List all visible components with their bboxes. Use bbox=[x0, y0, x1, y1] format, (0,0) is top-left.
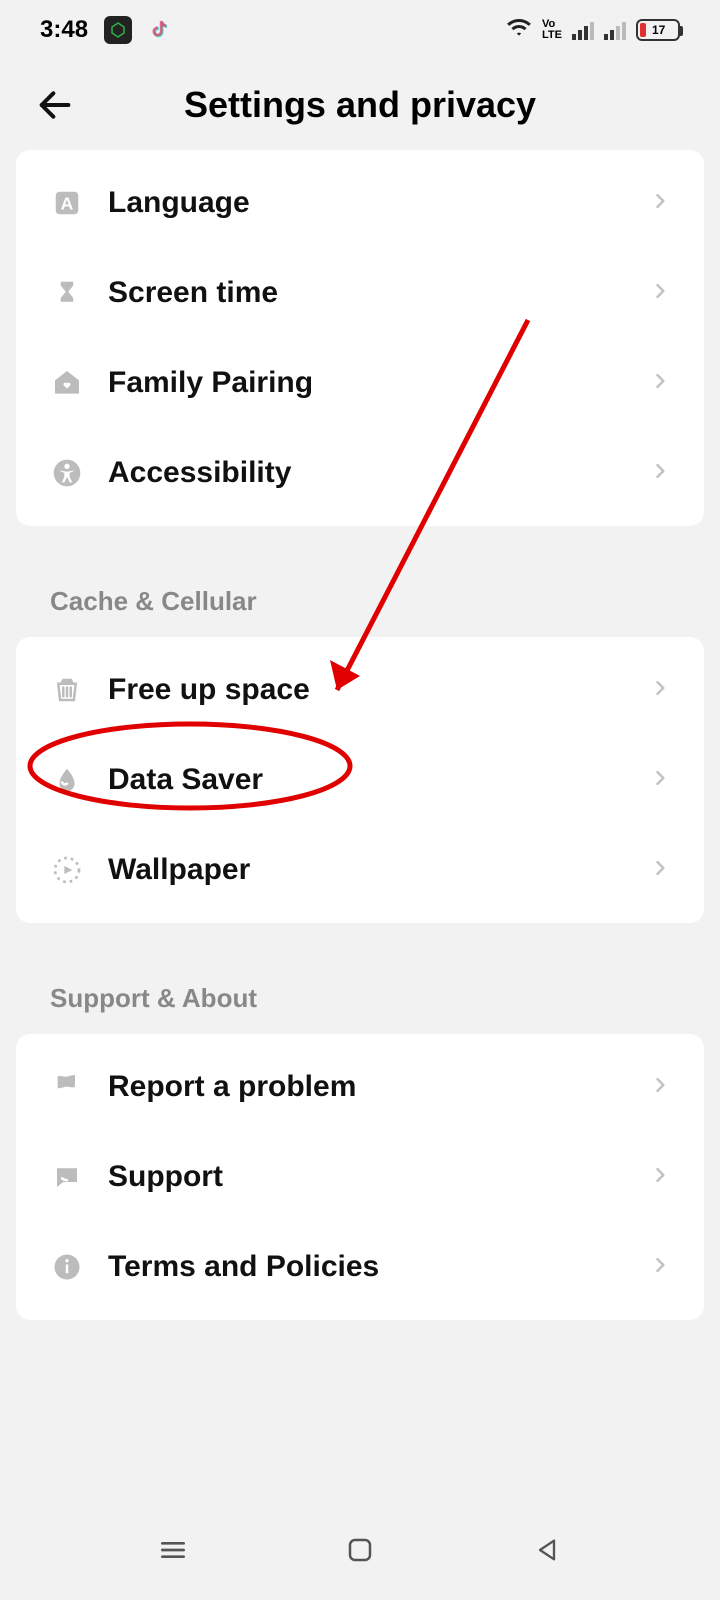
menu-item-wallpaper[interactable]: Wallpaper bbox=[16, 825, 704, 915]
menu-label: Free up space bbox=[108, 673, 626, 707]
arrow-left-icon bbox=[35, 85, 75, 125]
chevron-right-icon bbox=[650, 281, 674, 305]
svg-text:A: A bbox=[61, 193, 74, 213]
menu-label: Family Pairing bbox=[108, 366, 626, 400]
chevron-right-icon bbox=[650, 1255, 674, 1279]
menu-label: Terms and Policies bbox=[108, 1250, 626, 1284]
chevron-right-icon bbox=[650, 858, 674, 882]
chevron-right-icon bbox=[650, 1165, 674, 1189]
menu-item-language[interactable]: A Language bbox=[16, 158, 704, 248]
data-saver-icon bbox=[50, 763, 84, 797]
section-header-cache: Cache & Cellular bbox=[0, 546, 720, 637]
app-icon-1 bbox=[104, 16, 132, 44]
status-time: 3:48 bbox=[40, 16, 88, 44]
tiktok-icon bbox=[148, 18, 172, 42]
menu-label: Data Saver bbox=[108, 763, 626, 797]
settings-group-cache: Free up space Data Saver Wallpaper bbox=[16, 637, 704, 923]
menu-label: Screen time bbox=[108, 276, 626, 310]
section-header-support: Support & About bbox=[0, 943, 720, 1034]
chevron-right-icon bbox=[650, 371, 674, 395]
chevron-right-icon bbox=[650, 678, 674, 702]
app-header: Settings and privacy bbox=[0, 60, 720, 150]
menu-label: Support bbox=[108, 1160, 626, 1194]
battery-percent: 17 bbox=[652, 23, 665, 37]
accessibility-icon bbox=[50, 456, 84, 490]
system-nav-bar bbox=[0, 1500, 720, 1600]
chat-icon bbox=[50, 1160, 84, 1194]
flag-icon bbox=[50, 1070, 84, 1104]
language-icon: A bbox=[50, 186, 84, 220]
chevron-right-icon bbox=[650, 768, 674, 792]
menu-label: Report a problem bbox=[108, 1070, 626, 1104]
volte-icon: VoLTE bbox=[542, 19, 562, 41]
status-left: 3:48 bbox=[40, 16, 172, 44]
chevron-right-icon bbox=[650, 191, 674, 215]
menu-label: Wallpaper bbox=[108, 853, 626, 887]
battery-icon: 17 bbox=[636, 19, 680, 41]
home-heart-icon bbox=[50, 366, 84, 400]
trash-icon bbox=[50, 673, 84, 707]
menu-item-terms-policies[interactable]: Terms and Policies bbox=[16, 1222, 704, 1312]
nav-back-button[interactable] bbox=[527, 1530, 567, 1570]
status-right: VoLTE 17 bbox=[506, 16, 680, 45]
menu-item-free-up-space[interactable]: Free up space bbox=[16, 645, 704, 735]
settings-group-support: Report a problem Support Terms and Polic… bbox=[16, 1034, 704, 1320]
menu-item-accessibility[interactable]: Accessibility bbox=[16, 428, 704, 518]
menu-label: Language bbox=[108, 186, 626, 220]
back-button[interactable] bbox=[30, 80, 80, 130]
nav-home-button[interactable] bbox=[340, 1530, 380, 1570]
page-title: Settings and privacy bbox=[0, 84, 720, 126]
info-icon bbox=[50, 1250, 84, 1284]
hourglass-icon bbox=[50, 276, 84, 310]
signal-icon-1 bbox=[572, 20, 594, 40]
menu-item-family-pairing[interactable]: Family Pairing bbox=[16, 338, 704, 428]
menu-item-support[interactable]: Support bbox=[16, 1132, 704, 1222]
chevron-right-icon bbox=[650, 461, 674, 485]
nav-recent-button[interactable] bbox=[153, 1530, 193, 1570]
menu-item-data-saver[interactable]: Data Saver bbox=[16, 735, 704, 825]
signal-icon-2 bbox=[604, 20, 626, 40]
wallpaper-icon bbox=[50, 853, 84, 887]
menu-item-screen-time[interactable]: Screen time bbox=[16, 248, 704, 338]
menu-item-report-problem[interactable]: Report a problem bbox=[16, 1042, 704, 1132]
wifi-icon bbox=[506, 16, 532, 45]
menu-label: Accessibility bbox=[108, 456, 626, 490]
status-bar: 3:48 VoLTE 17 bbox=[0, 0, 720, 60]
chevron-right-icon bbox=[650, 1075, 674, 1099]
settings-group-general: A Language Screen time Family Pairing Ac… bbox=[16, 150, 704, 526]
